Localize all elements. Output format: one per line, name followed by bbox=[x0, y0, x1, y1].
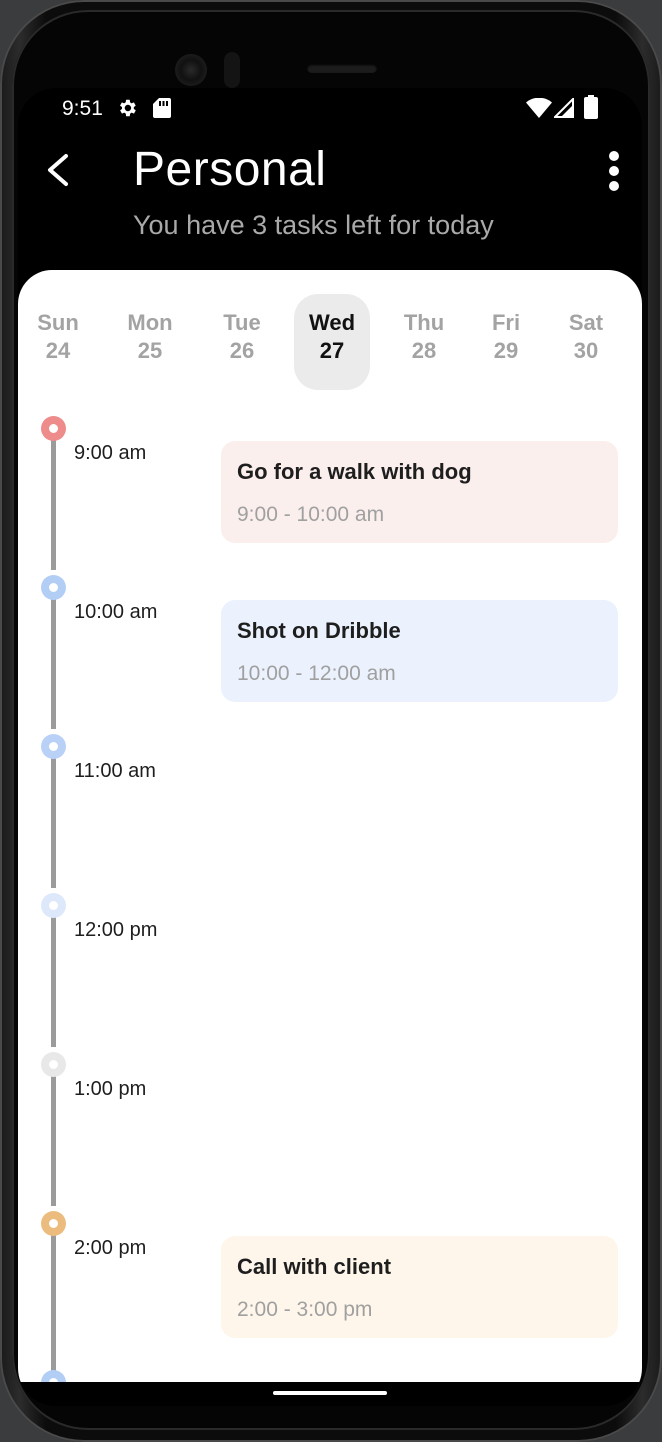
task-card[interactable]: Shot on Dribble 10:00 - 12:00 am bbox=[221, 600, 618, 702]
timeline-dot bbox=[41, 575, 66, 600]
day-thu[interactable]: Thu 28 bbox=[386, 294, 462, 390]
timeline-dot bbox=[41, 1211, 66, 1236]
schedule-panel: Sun 24 Mon 25 Tue 26 Wed 27 Thu 28 Fri 2… bbox=[18, 270, 642, 1382]
sensor bbox=[224, 52, 240, 88]
status-time: 9:51 bbox=[62, 97, 103, 120]
timeline-segment bbox=[51, 599, 56, 729]
navigation-bar bbox=[18, 1382, 642, 1406]
earpiece-speaker bbox=[307, 64, 377, 73]
page-subtitle: You have 3 tasks left for today bbox=[133, 210, 494, 240]
timeline-segment bbox=[51, 1076, 56, 1206]
task-time: 9:00 - 10:00 am bbox=[237, 503, 385, 526]
back-button[interactable] bbox=[36, 148, 76, 192]
task-card[interactable]: Call with client 2:00 - 3:00 pm bbox=[221, 1236, 618, 1338]
screen: 9:51 Personal You have 3 tasks left for … bbox=[18, 88, 642, 1406]
status-bar: 9:51 bbox=[18, 88, 642, 128]
wifi-icon bbox=[526, 98, 552, 118]
more-vertical-icon bbox=[609, 151, 619, 191]
timeline-segment bbox=[51, 758, 56, 888]
task-time: 2:00 - 3:00 pm bbox=[237, 1298, 373, 1321]
timeline-dot bbox=[41, 734, 66, 759]
gear-icon bbox=[120, 99, 136, 117]
time-label: 12:00 pm bbox=[74, 919, 158, 941]
day-tue[interactable]: Tue 26 bbox=[204, 294, 280, 390]
task-card[interactable]: Go for a walk with dog 9:00 - 10:00 am bbox=[221, 441, 618, 543]
day-sat[interactable]: Sat 30 bbox=[548, 294, 624, 390]
home-indicator[interactable] bbox=[273, 1391, 387, 1395]
more-options-button[interactable] bbox=[598, 148, 630, 194]
signal-icon bbox=[554, 98, 574, 118]
timeline-segment bbox=[51, 440, 56, 570]
timeline-segment bbox=[51, 1235, 56, 1375]
task-title: Go for a walk with dog bbox=[237, 459, 472, 484]
timeline-dot bbox=[41, 1370, 66, 1382]
page-title: Personal bbox=[133, 143, 327, 196]
sd-card-icon bbox=[153, 98, 171, 118]
day-fri[interactable]: Fri 29 bbox=[468, 294, 544, 390]
task-title: Call with client bbox=[237, 1254, 392, 1279]
task-title: Shot on Dribble bbox=[237, 618, 401, 643]
battery-icon bbox=[584, 95, 598, 119]
day-wed-selected[interactable]: Wed 27 bbox=[294, 294, 370, 390]
day-sun[interactable]: Sun 24 bbox=[20, 294, 96, 390]
timeline-dot bbox=[41, 1052, 66, 1077]
time-label: 11:00 am bbox=[74, 760, 156, 782]
time-label: 2:00 pm bbox=[74, 1237, 147, 1259]
task-time: 10:00 - 12:00 am bbox=[237, 662, 396, 685]
time-label: 1:00 pm bbox=[74, 1078, 147, 1100]
chevron-left-icon bbox=[48, 154, 68, 186]
time-label: 10:00 am bbox=[74, 601, 158, 623]
time-label: 9:00 am bbox=[74, 442, 147, 464]
front-camera bbox=[175, 54, 207, 86]
timeline-segment bbox=[51, 917, 56, 1047]
timeline-dot bbox=[41, 893, 66, 918]
day-mon[interactable]: Mon 25 bbox=[112, 294, 188, 390]
timeline-dot bbox=[41, 416, 66, 441]
